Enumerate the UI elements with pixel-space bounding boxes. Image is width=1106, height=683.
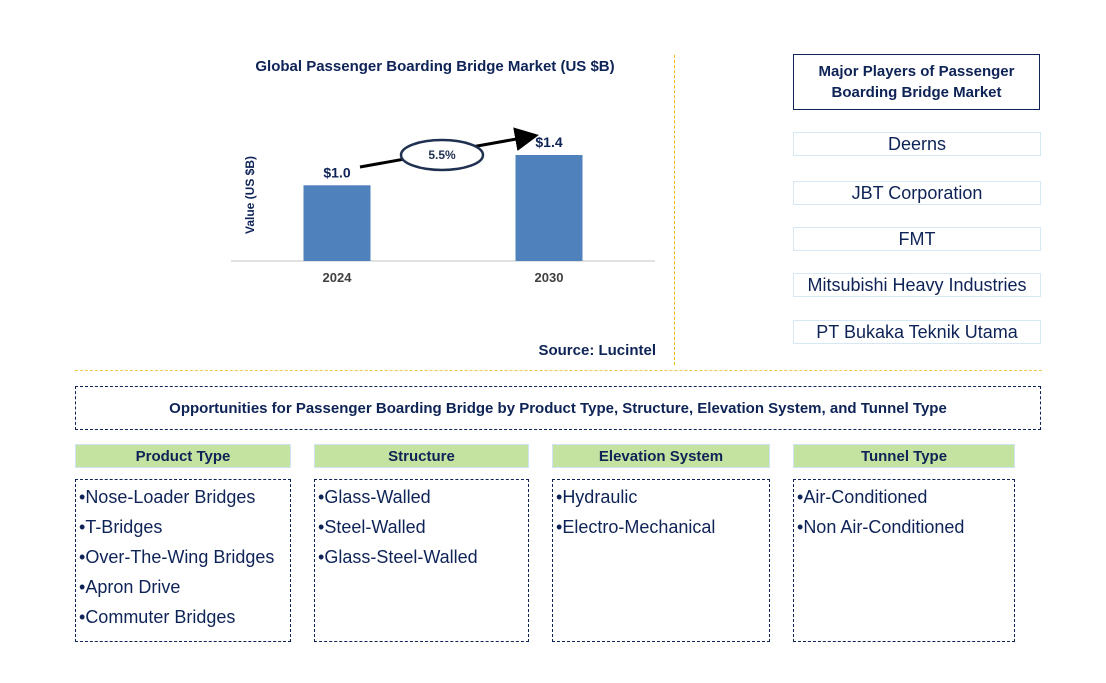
category-list: Glass-WalledSteel-WalledGlass-Steel-Wall… — [314, 479, 529, 642]
bar-chart: Value (US $B) $1.0 2024 $1.4 2030 5.5% — [231, 127, 655, 285]
category-item: Glass-Walled — [318, 482, 528, 512]
category-item: T-Bridges — [79, 512, 290, 542]
category-list: Air-ConditionedNon Air-Conditioned — [793, 479, 1015, 642]
category-item: Apron Drive — [79, 572, 290, 602]
cagr-label: 5.5% — [428, 148, 456, 162]
bar-2024 — [303, 185, 371, 261]
category-header: Tunnel Type — [793, 444, 1015, 468]
source-label: Source: Lucintel — [538, 342, 656, 359]
data-label: $1.4 — [535, 134, 562, 150]
chart-title: Global Passenger Boarding Bridge Market … — [255, 58, 615, 75]
category-item: Electro-Mechanical — [556, 512, 769, 542]
category-item: Nose-Loader Bridges — [79, 482, 290, 512]
category-item: Glass-Steel-Walled — [318, 542, 528, 572]
players-heading: Major Players of Passenger Boarding Brid… — [793, 54, 1040, 110]
x-tick-label: 2030 — [535, 270, 564, 285]
category-item: Air-Conditioned — [797, 482, 1014, 512]
player-item: Mitsubishi Heavy Industries — [793, 273, 1041, 297]
player-item: Deerns — [793, 132, 1041, 156]
bar-2030 — [515, 155, 583, 261]
vertical-divider — [674, 55, 675, 365]
category-header: Structure — [314, 444, 529, 468]
player-item: FMT — [793, 227, 1041, 251]
category-list: Nose-Loader BridgesT-BridgesOver-The-Win… — [75, 479, 291, 642]
category-list: HydraulicElectro-Mechanical — [552, 479, 770, 642]
category-header: Product Type — [75, 444, 291, 468]
category-item: Non Air-Conditioned — [797, 512, 1014, 542]
opportunities-heading: Opportunities for Passenger Boarding Bri… — [75, 386, 1041, 430]
data-label: $1.0 — [323, 164, 350, 180]
player-item: JBT Corporation — [793, 181, 1041, 205]
category-item: Over-The-Wing Bridges — [79, 542, 290, 572]
player-item: PT Bukaka Teknik Utama — [793, 320, 1041, 344]
category-item: Hydraulic — [556, 482, 769, 512]
horizontal-divider — [75, 370, 1042, 371]
category-header: Elevation System — [552, 444, 770, 468]
x-tick-label: 2024 — [323, 270, 353, 285]
cagr-annotation: 5.5% — [359, 127, 539, 172]
category-item: Commuter Bridges — [79, 602, 290, 632]
y-axis-label: Value (US $B) — [243, 156, 257, 234]
category-item: Steel-Walled — [318, 512, 528, 542]
